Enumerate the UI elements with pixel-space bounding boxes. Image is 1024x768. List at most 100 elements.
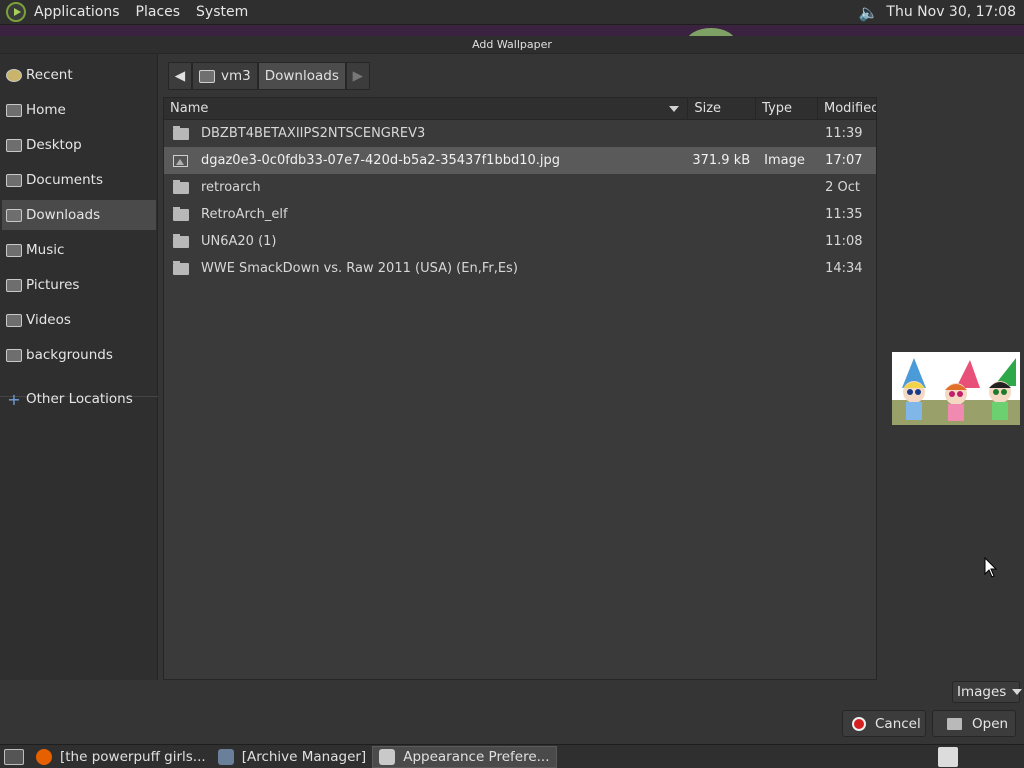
file-size: 371.9 kB <box>692 153 751 168</box>
file-list-header: Name Size Type Modified <box>164 98 876 120</box>
sidebar-item-downloads[interactable]: Downloads <box>2 200 156 230</box>
column-header-size[interactable]: Size <box>688 98 757 120</box>
folder-icon <box>173 180 189 194</box>
path-segment-current[interactable]: Downloads <box>257 62 346 90</box>
preview-thumbnail <box>892 352 1020 425</box>
folder-icon <box>173 126 189 140</box>
desktop-folder-icon <box>6 138 22 152</box>
sidebar-item-label: Other Locations <box>26 391 133 407</box>
dialog-title[interactable]: Add Wallpaper <box>0 36 1024 54</box>
sidebar-item-label: Recent <box>26 67 73 83</box>
file-row[interactable]: UN6A20 (1) 11:08 <box>164 228 876 255</box>
task-label: [Archive Manager] <box>241 748 367 765</box>
clock[interactable]: Thu Nov 30, 17:08 <box>886 4 1016 20</box>
file-name-cell: retroarch <box>164 180 688 195</box>
file-modified: 11:08 <box>825 234 863 249</box>
show-desktop-icon[interactable] <box>4 748 24 765</box>
task-firefox[interactable]: [the powerpuff girls... <box>30 746 212 768</box>
home-folder-icon <box>6 103 22 117</box>
clock-icon <box>6 68 22 82</box>
file-modified: 2 Oct <box>825 180 860 195</box>
path-forward-button[interactable]: ▶ <box>345 62 370 90</box>
file-list[interactable]: Name Size Type Modified DBZBT4BETAXIIPS2… <box>163 97 877 680</box>
menu-system[interactable]: System <box>188 0 256 25</box>
sidebar-item-pictures[interactable]: Pictures <box>2 270 156 300</box>
open-button[interactable]: Open <box>932 710 1016 737</box>
file-modified: 11:39 <box>825 126 863 141</box>
column-header-modified[interactable]: Modified <box>818 98 876 120</box>
path-segment-home[interactable]: vm3 <box>192 62 258 90</box>
sort-descending-icon <box>669 106 680 112</box>
music-folder-icon <box>6 243 22 257</box>
cancel-button[interactable]: Cancel <box>842 710 926 737</box>
file-name-cell: dgaz0e3-0c0fdb33-07e7-420d-b5a2-35437f1b… <box>164 153 688 168</box>
task-label: [the powerpuff girls... <box>60 748 206 765</box>
sidebar-item-home[interactable]: Home <box>2 95 156 125</box>
folder-icon <box>173 261 189 275</box>
mouse-cursor-icon <box>984 557 998 578</box>
task-archive-manager[interactable]: [Archive Manager] <box>212 746 373 768</box>
sidebar-item-label: Downloads <box>26 207 101 223</box>
image-file-icon <box>173 154 188 167</box>
menu-places[interactable]: Places <box>128 0 189 25</box>
open-label: Open <box>972 715 1009 732</box>
sidebar-item-label: Desktop <box>26 137 82 153</box>
folder-open-icon <box>947 717 962 730</box>
file-type-filter[interactable]: Images <box>952 681 1023 703</box>
file-modified: 17:07 <box>825 153 863 168</box>
archive-manager-icon <box>217 748 234 765</box>
file-name-cell: UN6A20 (1) <box>164 234 688 249</box>
file-row[interactable]: dgaz0e3-0c0fdb33-07e7-420d-b5a2-35437f1b… <box>164 147 876 174</box>
sidebar-item-label: backgrounds <box>26 347 113 363</box>
path-segment-label: vm3 <box>221 68 251 84</box>
sidebar-item-other-locations[interactable]: + Other Locations <box>2 384 156 414</box>
sidebar-item-label: Pictures <box>26 277 80 293</box>
sidebar-item-videos[interactable]: Videos <box>2 305 156 335</box>
sidebar-item-music[interactable]: Music <box>2 235 156 265</box>
path-bar: ◀ vm3 Downloads ▶ <box>168 62 370 90</box>
folder-icon <box>173 234 189 248</box>
path-back-button[interactable]: ◀ <box>168 62 192 90</box>
file-type: Image <box>764 153 805 168</box>
file-name: UN6A20 (1) <box>201 234 277 249</box>
workspace-icon[interactable] <box>938 747 958 767</box>
file-name-cell: DBZBT4BETAXIIPS2NTSCENGREV3 <box>164 126 688 141</box>
folder-icon <box>173 207 189 221</box>
file-name: retroarch <box>201 180 261 195</box>
column-header-name[interactable]: Name <box>164 98 689 120</box>
sidebar-item-backgrounds[interactable]: backgrounds <box>2 340 156 370</box>
file-row[interactable]: retroarch 2 Oct <box>164 174 876 201</box>
downloads-folder-icon <box>6 208 22 222</box>
folder-icon <box>6 348 22 362</box>
distro-logo-icon[interactable] <box>6 2 26 22</box>
firefox-icon <box>36 748 52 765</box>
sidebar-item-label: Documents <box>26 172 103 188</box>
file-row[interactable]: DBZBT4BETAXIIPS2NTSCENGREV3 11:39 <box>164 120 876 147</box>
file-name-cell: WWE SmackDown vs. Raw 2011 (USA) (En,Fr,… <box>164 261 688 276</box>
sidebar-item-recent[interactable]: Recent <box>2 60 156 90</box>
file-row[interactable]: WWE SmackDown vs. Raw 2011 (USA) (En,Fr,… <box>164 255 876 282</box>
column-label: Name <box>170 101 209 116</box>
sidebar-item-documents[interactable]: Documents <box>2 165 156 195</box>
sidebar-item-label: Home <box>26 102 66 118</box>
task-appearance-preferences[interactable]: Appearance Prefere... <box>372 745 557 768</box>
file-name: DBZBT4BETAXIIPS2NTSCENGREV3 <box>201 126 426 141</box>
documents-folder-icon <box>6 173 22 187</box>
volume-icon[interactable]: 🔈 <box>858 3 878 22</box>
pictures-folder-icon <box>6 278 22 292</box>
taskbar: [the powerpuff girls... [Archive Manager… <box>0 744 1024 768</box>
plus-icon: + <box>7 389 21 409</box>
sidebar-item-label: Videos <box>26 312 71 328</box>
sidebar-item-desktop[interactable]: Desktop <box>2 130 156 160</box>
menu-applications[interactable]: Applications <box>26 0 128 25</box>
file-row[interactable]: RetroArch_elf 11:35 <box>164 201 876 228</box>
file-modified: 11:35 <box>825 207 863 222</box>
task-label: Appearance Prefere... <box>403 748 550 765</box>
stop-icon <box>852 716 866 731</box>
file-name: dgaz0e3-0c0fdb33-07e7-420d-b5a2-35437f1b… <box>201 153 560 168</box>
places-sidebar: Recent Home Desktop Documents Downloads … <box>0 54 158 680</box>
videos-folder-icon <box>6 313 22 327</box>
file-rows: DBZBT4BETAXIIPS2NTSCENGREV3 11:39 dgaz0e3-… <box>164 120 876 282</box>
column-header-type[interactable]: Type <box>756 98 818 120</box>
desktop-background-strip <box>0 25 1024 58</box>
